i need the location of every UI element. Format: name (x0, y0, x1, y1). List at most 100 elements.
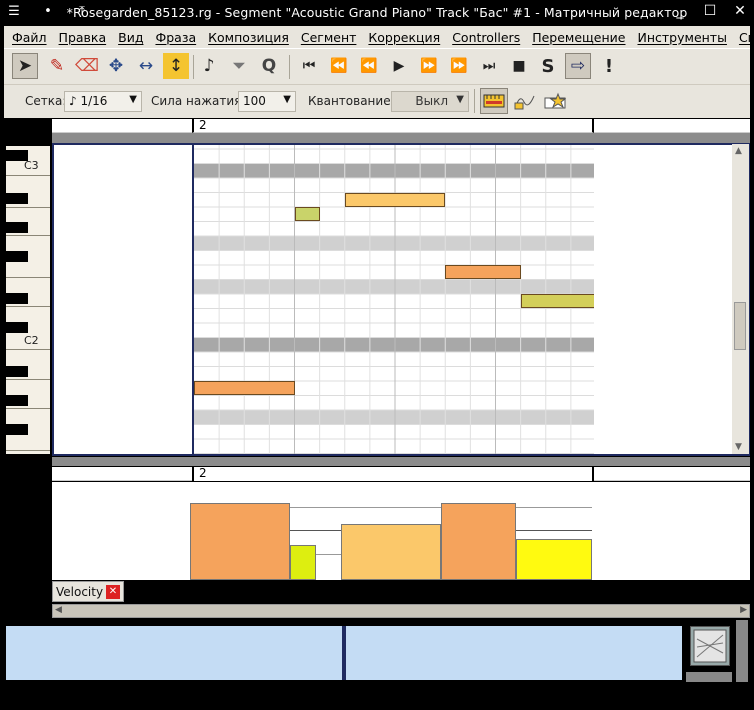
lower-bar-ruler[interactable]: 2 (192, 466, 594, 481)
menu-edit[interactable]: Правка (59, 30, 107, 45)
black-key[interactable] (6, 366, 28, 377)
rewind-fast-icon[interactable]: ⏪ (356, 53, 382, 79)
bar-ruler[interactable]: 2 (192, 118, 594, 133)
note-event[interactable] (194, 381, 295, 395)
piano-keyboard[interactable]: C3 C2 (6, 146, 50, 454)
maximize-icon[interactable]: ☐ (702, 3, 718, 19)
key-divider (6, 175, 50, 176)
playback-position-marker[interactable] (342, 626, 346, 680)
goto-end-icon[interactable]: ⏭ (476, 53, 502, 79)
play-icon[interactable]: ▶ (386, 53, 412, 79)
velocity-bar[interactable] (190, 502, 290, 580)
follow-playhead-icon[interactable]: ⇨ (565, 53, 591, 79)
grid-row-shade (194, 163, 594, 178)
forward-fast-icon[interactable]: ⏩ (416, 53, 442, 79)
grid-toolbar: Сетка: ♪ 1/16 ▼ Сила нажатия: 100 ▼ Кван… (4, 84, 750, 118)
note-event[interactable] (344, 192, 446, 207)
scroll-down-icon[interactable]: ▼ (735, 442, 742, 452)
loop-ruler[interactable] (52, 133, 750, 143)
erase-tool-icon[interactable]: ⌫ (74, 53, 100, 79)
stop-icon[interactable]: ■ (506, 53, 532, 79)
velocity-bar[interactable] (341, 524, 441, 580)
scroll-up-icon[interactable]: ▲ (735, 146, 742, 156)
velocity-tab-label: Velocity (56, 585, 104, 599)
menu-controllers[interactable]: Controllers (452, 30, 520, 45)
chevron-down-icon: ▼ (283, 94, 291, 105)
black-key[interactable] (6, 293, 28, 304)
black-key[interactable] (6, 251, 28, 262)
menu-segment[interactable]: Сегмент (301, 30, 357, 45)
quantize-label: Квантование: (308, 94, 395, 108)
bar-number: 2 (199, 118, 207, 132)
draw-tool-icon[interactable]: ✎ (44, 53, 70, 79)
note-event[interactable] (445, 265, 521, 279)
key-divider (6, 408, 50, 409)
select-tool-icon[interactable]: ➤ (12, 53, 38, 79)
velocity-bar[interactable] (290, 544, 316, 580)
black-key[interactable] (6, 193, 28, 204)
velocity-tab[interactable]: Velocity ✕ (52, 581, 124, 602)
lower-ruler-left-blank (52, 467, 192, 481)
segment-panner[interactable] (6, 626, 682, 680)
note-event[interactable] (294, 207, 320, 221)
filter-icon[interactable]: ⏷ (226, 53, 252, 79)
ruler-right-blank (594, 119, 750, 133)
show-marker-ruler-icon[interactable] (542, 88, 568, 114)
solo-icon[interactable]: S (535, 53, 561, 79)
quantize-icon[interactable]: Q (256, 53, 282, 79)
velocity-tool-icon[interactable]: ↕ (163, 53, 189, 79)
black-key[interactable] (6, 322, 28, 333)
menu-phrase[interactable]: Фраза (155, 30, 196, 45)
velocity-select[interactable]: 100 ▼ (238, 91, 296, 112)
horizontal-scrollbar[interactable]: ◀ ▶ (52, 604, 750, 618)
velocity-bar[interactable] (441, 502, 516, 580)
resize-tool-icon[interactable]: ↔ (133, 53, 159, 79)
menu-view[interactable]: Вид (118, 30, 143, 45)
vertical-zoom-wheel[interactable] (736, 620, 748, 682)
close-icon[interactable]: ✕ (732, 3, 748, 19)
velocity-ruler[interactable] (52, 482, 750, 580)
key-label-c3: C3 (24, 159, 39, 172)
zoom-widget-icon[interactable] (690, 626, 730, 666)
grid-row-shade (194, 337, 594, 352)
menu-adjust[interactable]: Коррекция (368, 30, 440, 45)
black-key[interactable] (6, 424, 28, 435)
quantize-select[interactable]: Выкл ▼ (391, 91, 469, 112)
note-event[interactable] (520, 294, 594, 308)
velocity-label: Сила нажатия: (151, 94, 246, 108)
matrix-view[interactable] (52, 143, 750, 456)
key-divider (6, 277, 50, 278)
grid-select-value: ♪ 1/16 (69, 94, 108, 108)
show-chord-name-ruler-icon[interactable] (480, 88, 508, 114)
title-bar: ☰ • ⤒ *Rosegarden_85123.rg - Segment "Ac… (0, 0, 754, 26)
panic-icon[interactable]: ! (596, 53, 622, 79)
menu-composition[interactable]: Композиция (208, 30, 289, 45)
velocity-bar[interactable] (516, 538, 592, 580)
horizontal-zoom-wheel[interactable] (686, 672, 732, 682)
scroll-left-icon[interactable]: ◀ (55, 605, 62, 615)
step-record-icon[interactable]: ♪ (196, 53, 222, 79)
scroll-right-icon[interactable]: ▶ (740, 605, 747, 615)
rewind-icon[interactable]: ⏪ (326, 53, 352, 79)
vertical-scrollbar[interactable]: ▲ ▼ (732, 144, 749, 454)
toolbar-separator (289, 55, 290, 79)
show-tempo-ruler-icon[interactable] (512, 88, 538, 114)
grid-row-shade (194, 279, 594, 294)
menu-move[interactable]: Перемещение (532, 30, 625, 45)
minimize-icon[interactable]: _ (672, 3, 688, 19)
key-divider (6, 379, 50, 380)
grid-select[interactable]: ♪ 1/16 ▼ (64, 91, 142, 112)
lower-loop-ruler (52, 457, 750, 466)
close-tab-icon[interactable]: ✕ (106, 585, 120, 599)
menu-tools[interactable]: Инструменты (638, 30, 727, 45)
menu-file[interactable]: Файл (12, 30, 47, 45)
black-key[interactable] (6, 395, 28, 406)
forward-icon[interactable]: ⏩ (446, 53, 472, 79)
move-tool-icon[interactable]: ✥ (103, 53, 129, 79)
goto-start-icon[interactable]: ⏮ (296, 53, 322, 79)
scrollbar-thumb[interactable] (734, 302, 746, 350)
grid-label: Сетка: (25, 94, 67, 108)
note-grid[interactable] (192, 145, 594, 454)
black-key[interactable] (6, 222, 28, 233)
menu-help[interactable]: Справка (739, 30, 754, 45)
